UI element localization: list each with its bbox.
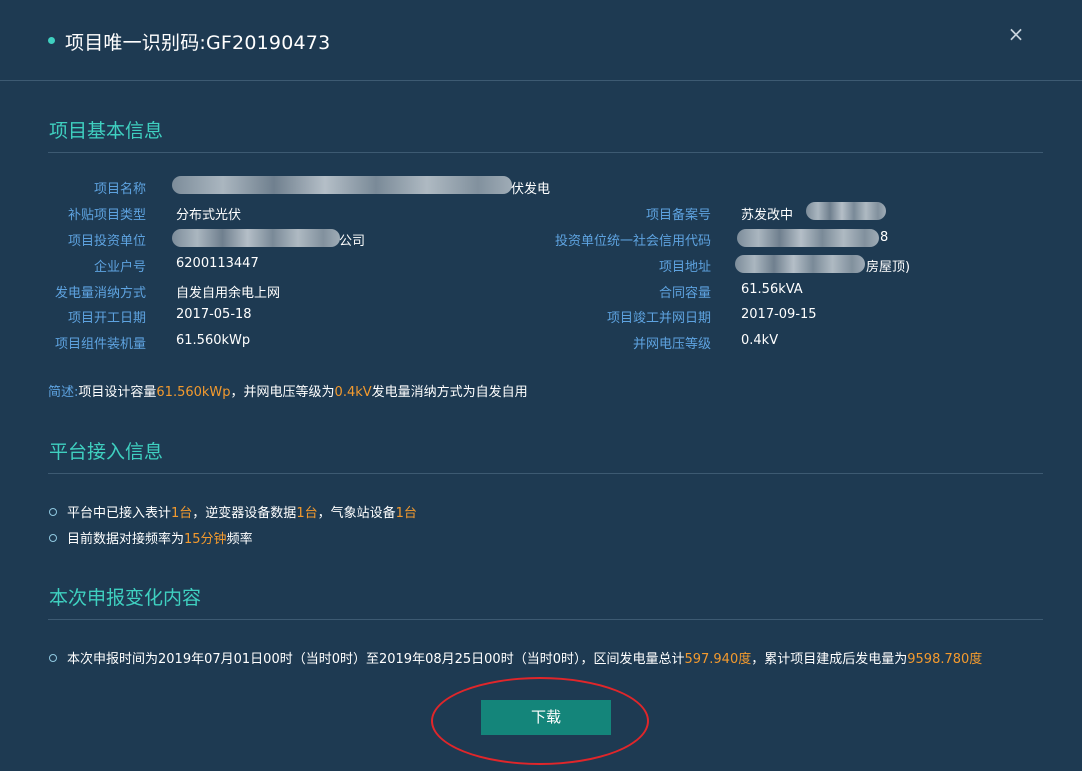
report-text-b: ，累计项目建成后发电量为: [751, 652, 908, 667]
value-contract-capacity: 61.56kVA: [741, 282, 803, 297]
label-voltage-level: 并网电压等级: [632, 337, 711, 352]
divider: [48, 473, 1043, 474]
section-title-platform: 平台接入信息: [49, 441, 164, 463]
annotation-circle: [431, 677, 649, 765]
section-title-basic: 项目基本信息: [49, 120, 164, 142]
dialog-header: 项目唯一识别码:GF20190473 ×: [0, 0, 1082, 81]
platform-text-b: ，逆变器设备数据: [192, 506, 297, 521]
list-item: 平台中已接入表计 1台 ，逆变器设备数据 1台 ，气象站设备 1台: [48, 502, 417, 521]
frequency-text-a: 目前数据对接频率为: [67, 532, 185, 547]
project-summary: 简述:项目设计容量61.560kWp，并网电压等级为0.4kV发电量消纳方式为自…: [48, 381, 528, 400]
platform-text-a: 平台中已接入表计: [67, 506, 172, 521]
weather-station-count: 1台: [395, 506, 417, 521]
summary-text-2: ，并网电压等级为: [230, 385, 335, 400]
redacted-blur: [735, 255, 865, 273]
value-credit-code: 8: [880, 230, 889, 245]
frequency-text-b: 频率: [226, 532, 253, 547]
redacted-blur: [737, 229, 879, 247]
list-item: 本次申报时间为2019年07月01日00时（当时0时）至2019年08月25日0…: [48, 648, 982, 667]
value-voltage-level: 0.4kV: [741, 333, 779, 348]
inverter-count: 1台: [296, 506, 318, 521]
bullet-circle-icon: [49, 653, 57, 662]
divider: [48, 619, 1043, 620]
label-record-no: 项目备案号: [645, 208, 711, 223]
report-text-a: 本次申报时间为2019年07月01日00时（当时0时）至2019年08月25日0…: [67, 652, 685, 667]
close-icon[interactable]: ×: [1006, 22, 1026, 46]
list-item: 目前数据对接频率为 15分钟 频率: [48, 528, 253, 547]
summary-prefix: 简述:: [48, 385, 79, 400]
title-dot-icon: [48, 37, 55, 44]
redacted-blur: [172, 176, 512, 194]
platform-text-c: ，气象站设备: [317, 506, 396, 521]
value-address: 房屋顶): [866, 260, 911, 275]
label-credit-code: 投资单位统一社会信用代码: [554, 234, 711, 249]
bullet-circle-icon: [49, 533, 57, 542]
interval-generation: 597.940度: [684, 652, 752, 667]
redacted-blur: [806, 202, 886, 220]
section-title-report: 本次申报变化内容: [49, 587, 202, 609]
summary-voltage: 0.4kV: [334, 385, 372, 400]
label-grid-date: 项目竣工并网日期: [606, 311, 711, 326]
summary-capacity: 61.560kWp: [156, 385, 231, 400]
bullet-circle-icon: [49, 507, 57, 516]
summary-text-1: 项目设计容量: [78, 385, 157, 400]
value-project-name: 伏发电: [511, 182, 551, 197]
dialog-title: 项目唯一识别码:GF20190473: [65, 32, 331, 54]
label-contract-capacity: 合同容量: [658, 286, 711, 301]
label-project-name: 项目名称: [93, 182, 146, 197]
value-grid-date: 2017-09-15: [741, 307, 817, 322]
divider: [48, 152, 1043, 153]
value-record-no: 苏发改中: [741, 208, 794, 223]
label-address: 项目地址: [658, 260, 711, 275]
summary-text-3: 发电量消纳方式为自发自用: [371, 385, 528, 400]
meter-count: 1台: [171, 506, 193, 521]
frequency-value: 15分钟: [184, 532, 227, 547]
total-generation: 9598.780度: [907, 652, 983, 667]
